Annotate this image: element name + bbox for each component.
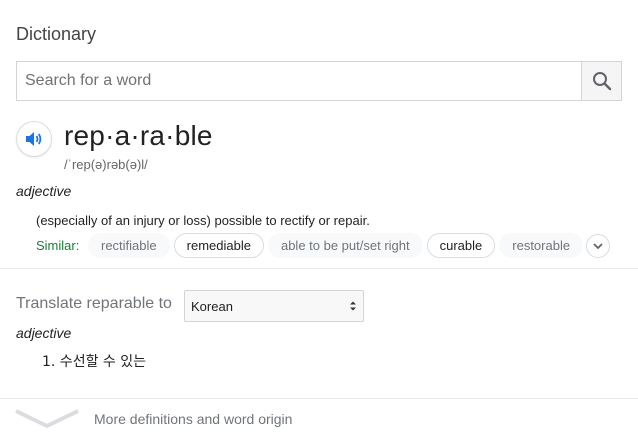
similar-chip[interactable]: restorable bbox=[499, 233, 584, 258]
section-divider bbox=[0, 398, 638, 399]
more-definitions-link[interactable]: More definitions and word origin bbox=[94, 411, 292, 427]
search-input[interactable] bbox=[17, 62, 581, 100]
search-icon bbox=[592, 72, 611, 91]
dictionary-title: Dictionary bbox=[16, 24, 97, 44]
section-divider bbox=[0, 268, 638, 269]
translation-item: 1. 수선할 수 있는 bbox=[42, 354, 146, 370]
pronunciation-button[interactable] bbox=[16, 121, 52, 157]
phonetic-spelling: /ˈrep(ə)rəb(ə)l/ bbox=[64, 157, 148, 172]
similar-chip[interactable]: able to be put/set right bbox=[267, 233, 423, 258]
speaker-icon bbox=[26, 132, 42, 146]
search-box bbox=[16, 61, 622, 101]
chevron-down-icon bbox=[593, 243, 603, 250]
wide-chevron-down-icon[interactable] bbox=[14, 408, 80, 430]
translation-part-of-speech: adjective bbox=[16, 325, 72, 341]
language-select-value: Korean bbox=[191, 298, 233, 314]
similar-chips: rectifiable remediable able to be put/se… bbox=[88, 233, 584, 258]
similar-label: Similar: bbox=[36, 238, 80, 253]
definition: (especially of an injury or loss) possib… bbox=[36, 213, 370, 228]
dictionary-card: Dictionary rep·a·ra·ble /ˈrep(ə)rəb(ə)l/… bbox=[0, 0, 638, 439]
search-button[interactable] bbox=[581, 62, 621, 100]
select-arrows-icon bbox=[350, 301, 356, 311]
translate-label: Translate reparable to bbox=[16, 295, 172, 312]
similar-chip[interactable]: curable bbox=[426, 233, 496, 258]
expand-similar-button[interactable] bbox=[586, 234, 610, 258]
similar-chip[interactable]: rectifiable bbox=[88, 233, 170, 258]
similar-chip[interactable]: remediable bbox=[173, 233, 264, 258]
headword: rep·a·ra·ble bbox=[64, 120, 213, 151]
part-of-speech: adjective bbox=[16, 183, 72, 199]
language-select[interactable]: Korean bbox=[184, 290, 364, 322]
